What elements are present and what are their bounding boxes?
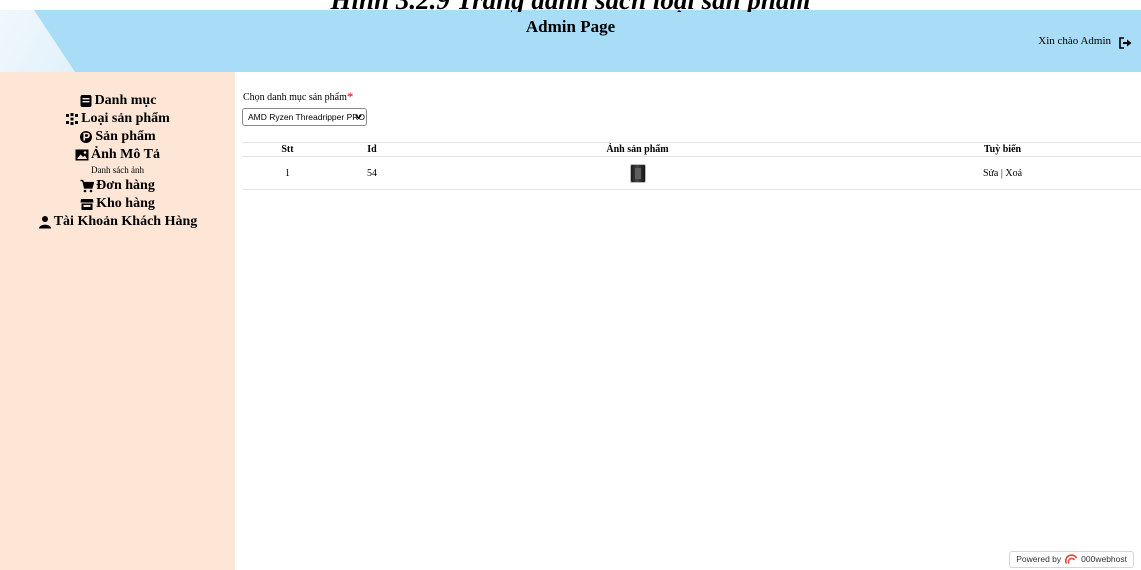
cell-actions: Sửa | Xoá — [864, 156, 1141, 190]
sidebar-item-label: Đơn hàng — [96, 178, 155, 193]
sidebar: Danh mục Loại sản phẩm Sản phẩm Ảnh Mô T… — [0, 72, 235, 570]
header-bar: Admin Page Xin chào Admin — [0, 10, 1141, 72]
sidebar-menu: Danh mục Loại sản phẩm Sản phẩm Ảnh Mô T… — [0, 72, 235, 231]
logout-icon[interactable] — [1119, 37, 1133, 49]
user-icon — [38, 216, 51, 229]
product-thumbnail — [629, 163, 646, 183]
sidebar-item-product-types[interactable]: Loại sản phẩm — [0, 110, 235, 128]
sidebar-item-warehouse[interactable]: Kho hàng — [0, 195, 235, 213]
sidebar-item-label: Tài Khoản Khách Hàng — [53, 214, 198, 229]
sidebar-item-orders[interactable]: Đơn hàng — [0, 177, 235, 195]
category-select[interactable]: AMD Ryzen Threadripper PRO — [242, 108, 367, 126]
category-filter-label-text: Chọn danh mục sản phẩm — [243, 92, 347, 103]
page-title: Admin Page — [525, 17, 616, 36]
column-header-id: Id — [333, 142, 411, 157]
image-icon — [75, 149, 89, 161]
column-header-actions: Tuỳ biến — [864, 142, 1141, 157]
book-icon — [80, 95, 92, 107]
table-row: 1 54 Sửa | Xoá — [242, 156, 1141, 190]
chevron-down-icon — [355, 114, 362, 120]
sidebar-item-label: Danh mục — [94, 93, 157, 108]
cart-icon — [80, 179, 95, 193]
sidebar-item-label: Kho hàng — [96, 196, 155, 211]
webhost-name: 000webhost — [1081, 554, 1127, 564]
sidebar-item-customer-accounts[interactable]: Tài Khoản Khách Hàng — [0, 213, 235, 231]
webhost-logo-icon — [1065, 554, 1078, 564]
powered-by-badge[interactable]: Powered by 000webhost — [1009, 551, 1134, 568]
store-icon — [80, 199, 94, 210]
category-select-value: AMD Ryzen Threadripper PRO — [248, 112, 365, 122]
category-filter-label: Chọn danh mục sản phẩm* — [243, 89, 354, 104]
column-header-image: Ảnh sản phẩm — [411, 142, 864, 157]
sidebar-item-label: Sản phẩm — [95, 129, 156, 144]
table-header-row: Stt Id Ảnh sản phẩm Tuỳ biến — [242, 142, 1141, 157]
figure-caption: Hình 3.2.9 Trang danh sách loại sản phẩm — [0, 0, 1141, 12]
greeting-text: Xin chào Admin — [1038, 35, 1111, 47]
edit-link[interactable]: Sửa — [983, 168, 998, 179]
product-image-table: Stt Id Ảnh sản phẩm Tuỳ biến 1 54 Sửa | … — [242, 142, 1141, 190]
grid-dots-icon — [66, 113, 79, 125]
sidebar-item-label: Ảnh Mô Tả — [91, 147, 160, 162]
sidebar-subitem-image-list[interactable]: Danh sách ảnh — [0, 164, 235, 177]
cell-image — [411, 156, 864, 190]
sidebar-item-description-images[interactable]: Ảnh Mô Tả — [0, 146, 235, 164]
sidebar-item-categories[interactable]: Danh mục — [0, 92, 235, 110]
sidebar-item-products[interactable]: Sản phẩm — [0, 128, 235, 146]
cell-stt: 1 — [242, 156, 333, 190]
delete-link[interactable]: Xoá — [1005, 168, 1022, 179]
cell-id: 54 — [333, 156, 411, 190]
powered-by-text: Powered by — [1016, 554, 1062, 564]
column-header-stt: Stt — [242, 142, 333, 157]
sidebar-item-label: Loại sản phẩm — [81, 111, 170, 126]
product-circle-icon — [80, 131, 93, 143]
main-content: Chọn danh mục sản phẩm* AMD Ryzen Thread… — [235, 72, 1141, 570]
action-separator: | — [1000, 167, 1003, 179]
required-mark: * — [346, 89, 354, 104]
